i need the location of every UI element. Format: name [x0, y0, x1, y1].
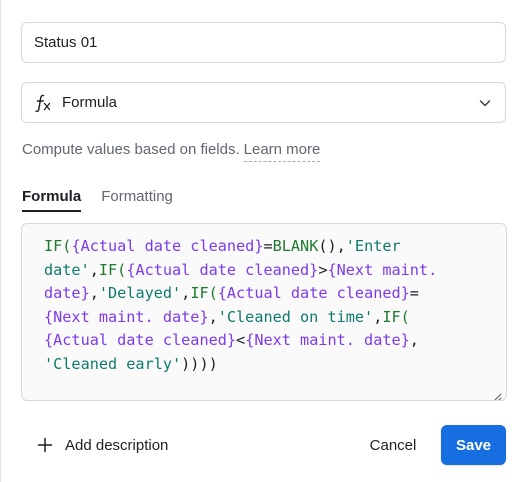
fx-icon: [34, 93, 52, 113]
formula-token: {Actual date cleaned}: [126, 260, 319, 279]
formula-token: IF(: [98, 260, 127, 279]
formula-token: BLANK: [272, 237, 319, 255]
formula-token: ,: [373, 307, 383, 326]
field-description: Compute values based on fields. Learn mor…: [22, 141, 321, 162]
formula-token: IF(: [44, 237, 72, 255]
formula-token: 'Delayed': [98, 284, 182, 302]
formula-token: {Actual date cleaned}: [44, 331, 237, 349]
formula-token: ,: [181, 284, 191, 302]
formula-token: ,: [208, 307, 218, 326]
formula-token: {Next maint. date}: [44, 307, 209, 326]
formula-token: >: [318, 260, 328, 279]
formula-editor[interactable]: IF({Actual date cleaned}=BLANK(),'Enter …: [21, 223, 507, 401]
formula-token: ,: [89, 260, 99, 279]
formula-token: {Actual date cleaned}: [71, 237, 264, 255]
formula-token: (),: [318, 237, 346, 255]
formula-token: ,: [409, 331, 419, 349]
learn-more-link[interactable]: Learn more: [243, 141, 321, 162]
formula-token: IF(: [190, 284, 218, 302]
formula-token: 'Cleaned on time': [217, 307, 374, 326]
formula-token: =: [409, 284, 419, 302]
description-text: Compute values based on fields.: [22, 141, 240, 158]
formula-token: <: [236, 331, 246, 349]
add-description-label: Add description: [65, 436, 169, 454]
config-tabs: Formula Formatting: [22, 186, 506, 214]
formula-token: {Actual date cleaned}: [217, 284, 410, 302]
field-config-panel: Formula Compute values based on fields.L…: [0, 0, 525, 482]
resize-handle-icon[interactable]: [492, 386, 502, 400]
field-name-input[interactable]: [21, 22, 506, 63]
plus-icon: [37, 437, 53, 453]
field-type-label: Formula: [62, 94, 118, 111]
save-button[interactable]: Save: [441, 425, 506, 465]
formula-token: ,: [89, 284, 99, 302]
formula-token: =: [263, 237, 273, 255]
formula-token: 'Enter: [345, 237, 401, 255]
cancel-button[interactable]: Cancel: [357, 426, 429, 464]
formula-token: {Next maint. date}: [245, 331, 410, 349]
formula-token: {Next maint.: [327, 260, 438, 279]
tab-formula[interactable]: Formula: [22, 186, 82, 212]
formula-token: date': [44, 260, 90, 279]
formula-token: 'Cleaned early': [44, 354, 182, 373]
formula-token: )))): [181, 354, 218, 373]
add-description-button[interactable]: Add description: [37, 432, 168, 458]
formula-token: IF(: [382, 307, 410, 326]
formula-token: date}: [44, 284, 90, 302]
chevron-down-icon: [477, 95, 493, 111]
tab-formatting[interactable]: Formatting: [101, 186, 173, 212]
field-type-select[interactable]: Formula: [21, 82, 506, 123]
